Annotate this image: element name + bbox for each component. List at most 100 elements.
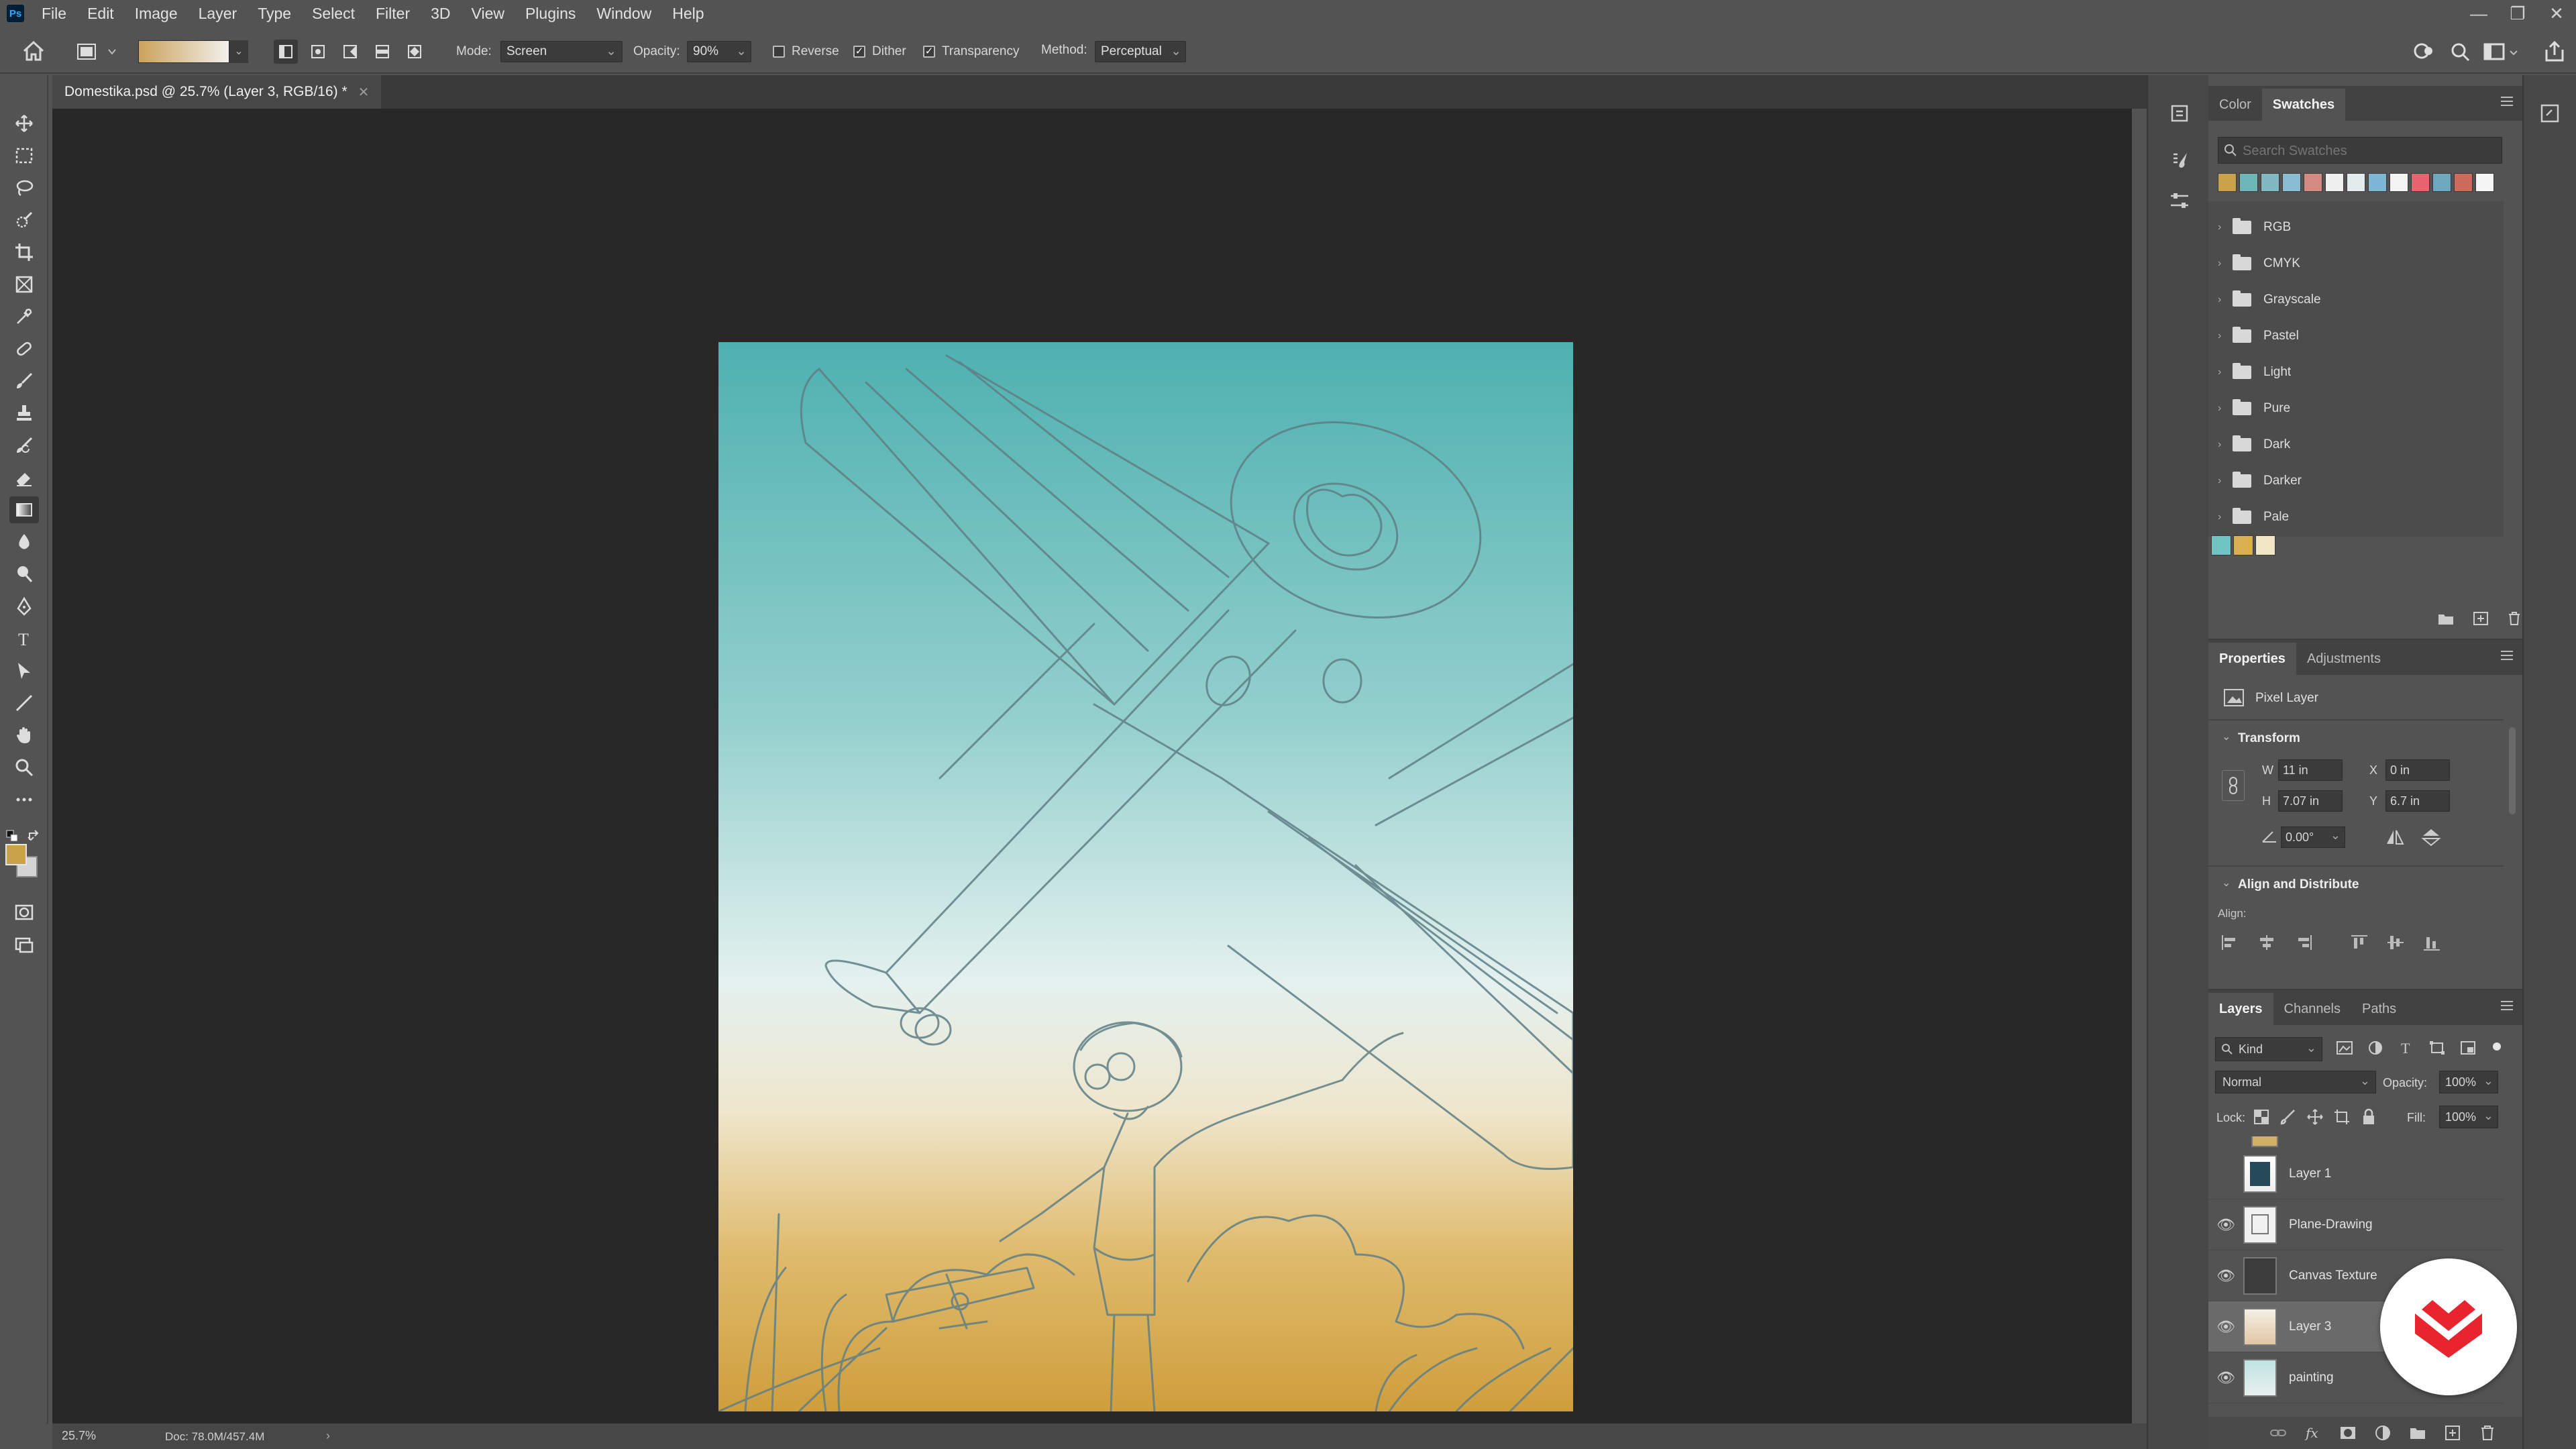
chevron-right-icon[interactable]: › — [2218, 294, 2233, 306]
menu-plugins[interactable]: Plugins — [525, 5, 576, 23]
menu-file[interactable]: File — [42, 5, 66, 23]
pen-tool-icon[interactable] — [9, 593, 39, 620]
menu-edit[interactable]: Edit — [87, 5, 114, 23]
panel-menu-icon[interactable] — [2501, 1001, 2513, 1010]
clone-stamp-tool-icon[interactable] — [9, 400, 39, 427]
recent-swatch-chip[interactable] — [2304, 173, 2322, 192]
chevron-down-icon[interactable]: ⌄ — [2222, 876, 2231, 890]
history-panel-icon[interactable] — [2168, 102, 2191, 125]
tab-swatches[interactable]: Swatches — [2261, 89, 2346, 121]
align-vertical-centers-icon[interactable] — [2385, 934, 2406, 951]
recent-swatch-chip[interactable] — [2411, 173, 2430, 192]
layer-filter-kind-select[interactable]: Kind ⌄ — [2215, 1037, 2322, 1061]
chevron-right-icon[interactable]: › — [2218, 439, 2233, 451]
new-group-folder-icon[interactable] — [2408, 1424, 2427, 1442]
chevron-right-icon[interactable]: › — [2218, 258, 2233, 270]
eraser-tool-icon[interactable] — [9, 464, 39, 491]
menu-3d[interactable]: 3D — [431, 5, 450, 23]
crop-tool-icon[interactable] — [9, 239, 39, 266]
eye-icon[interactable]: 👁 — [2208, 1318, 2243, 1336]
custom-swatch-chip[interactable] — [2255, 535, 2275, 555]
flip-horizontal-icon[interactable] — [2384, 828, 2406, 847]
foreground-color-swatch[interactable] — [5, 844, 27, 865]
recent-swatch-chip[interactable] — [2282, 173, 2301, 192]
quick-mask-icon[interactable] — [9, 899, 39, 926]
radial-gradient-button[interactable] — [306, 40, 330, 64]
properties-scrollbar[interactable] — [2509, 727, 2516, 814]
layer-style-fx-icon[interactable]: fx — [2304, 1424, 2322, 1442]
minimize-icon[interactable]: — — [2459, 3, 2498, 24]
recent-swatch-chip[interactable] — [2454, 173, 2473, 192]
fill-field[interactable]: 100% ⌄ — [2439, 1106, 2498, 1128]
layer-opacity-field[interactable]: 100% ⌄ — [2439, 1071, 2498, 1093]
search-icon[interactable] — [2447, 39, 2474, 66]
recent-swatch-chip[interactable] — [2390, 173, 2408, 192]
swatches-search-input[interactable] — [2243, 142, 2498, 160]
new-group-icon[interactable] — [2436, 610, 2455, 627]
eye-icon[interactable]: 👁 — [2208, 1369, 2243, 1387]
lock-all-icon[interactable] — [2360, 1108, 2377, 1126]
swatch-folder-grayscale[interactable]: › Grayscale — [2218, 283, 2321, 317]
history-brush-tool-icon[interactable] — [9, 432, 39, 459]
tab-channels[interactable]: Channels — [2273, 993, 2352, 1025]
menu-view[interactable]: View — [472, 5, 504, 23]
delete-swatch-icon[interactable] — [2506, 610, 2522, 627]
close-icon[interactable]: ✕ — [2537, 3, 2576, 24]
gradient-preview[interactable] — [138, 40, 229, 63]
tab-layers[interactable]: Layers — [2208, 993, 2273, 1025]
swatch-folder-darker[interactable]: › Darker — [2218, 464, 2302, 498]
tab-properties[interactable]: Properties — [2208, 643, 2296, 675]
chevron-right-icon[interactable]: › — [2218, 402, 2233, 415]
align-left-edges-icon[interactable] — [2220, 934, 2241, 951]
chevron-right-icon[interactable]: › — [2218, 330, 2233, 342]
dodge-tool-icon[interactable] — [9, 561, 39, 588]
chevron-right-icon[interactable]: › — [2218, 221, 2233, 233]
status-chevron-icon[interactable]: › — [326, 1429, 330, 1443]
swap-colors-icon[interactable] — [27, 829, 42, 844]
align-bottom-edges-icon[interactable] — [2422, 934, 2442, 951]
gradient-picker-chevron-icon[interactable]: ⌄ — [229, 40, 248, 63]
type-tool-icon[interactable]: T — [9, 625, 39, 652]
flip-vertical-icon[interactable] — [2420, 828, 2442, 847]
menu-select[interactable]: Select — [312, 5, 355, 23]
healing-brush-tool-icon[interactable] — [9, 335, 39, 362]
move-tool-icon[interactable] — [9, 110, 39, 137]
add-mask-icon[interactable] — [2339, 1424, 2357, 1442]
adjustments-sliders-icon[interactable] — [2168, 189, 2191, 212]
workspace-icon[interactable] — [2482, 39, 2522, 66]
lock-position-icon[interactable] — [2306, 1108, 2324, 1126]
new-swatch-icon[interactable] — [2471, 610, 2490, 627]
align-horizontal-centers-icon[interactable] — [2257, 934, 2277, 951]
recent-swatch-chip[interactable] — [2239, 173, 2258, 192]
eyedropper-tool-icon[interactable] — [9, 303, 39, 330]
libraries-icon[interactable] — [2538, 102, 2561, 125]
recent-swatch-chip[interactable] — [2368, 173, 2387, 192]
link-dimensions-icon[interactable] — [2222, 770, 2245, 801]
recent-swatch-chip[interactable] — [2261, 173, 2279, 192]
opacity-field[interactable]: 90% ⌄ — [687, 41, 751, 62]
y-position-input[interactable]: 6.7 in — [2385, 790, 2450, 812]
swatch-folder-rgb[interactable]: › RGB — [2218, 211, 2291, 244]
height-input[interactable]: 7.07 in — [2278, 790, 2343, 812]
canvas-workspace[interactable] — [52, 109, 2132, 1424]
layer-row-layer-1[interactable]: Layer 1 — [2208, 1148, 2504, 1199]
reverse-checkbox[interactable] — [773, 46, 785, 58]
blend-mode-select[interactable]: Normal ⌄ — [2215, 1071, 2376, 1093]
swatch-folder-pure[interactable]: › Pure — [2218, 392, 2290, 425]
rotation-input[interactable]: 0.00° ⌄ — [2281, 826, 2345, 848]
swatch-folder-pale[interactable]: › Pale — [2218, 500, 2289, 534]
restore-icon[interactable]: ❐ — [2498, 3, 2537, 24]
panel-menu-icon[interactable] — [2501, 651, 2513, 660]
filter-smart-object-icon[interactable] — [2459, 1040, 2477, 1056]
hand-tool-icon[interactable] — [9, 722, 39, 749]
recent-swatch-chip[interactable] — [2475, 173, 2494, 192]
swatch-folder-cmyk[interactable]: › CMYK — [2218, 247, 2300, 280]
swatches-search-field[interactable] — [2218, 137, 2502, 164]
filter-pixel-icon[interactable] — [2336, 1040, 2353, 1056]
learn-icon[interactable] — [2411, 39, 2438, 66]
tab-color[interactable]: Color — [2208, 89, 2262, 121]
swatch-folder-pastel[interactable]: › Pastel — [2218, 319, 2299, 353]
zoom-level[interactable]: 25.7% — [62, 1429, 96, 1443]
close-tab-icon[interactable]: ✕ — [358, 84, 370, 101]
menu-window[interactable]: Window — [596, 5, 651, 23]
